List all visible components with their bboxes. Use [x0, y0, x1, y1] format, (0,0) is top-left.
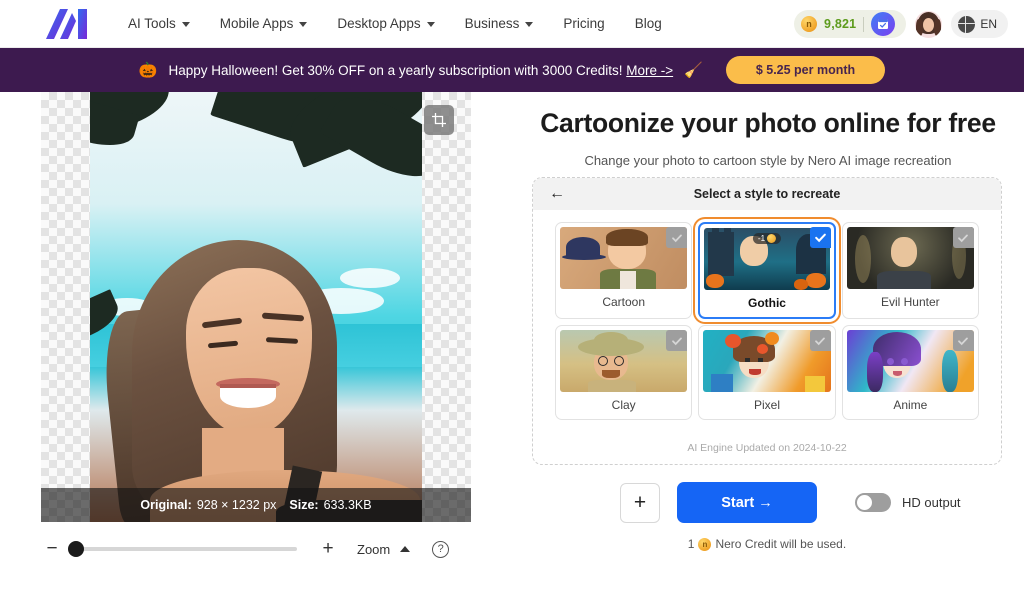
chevron-up-icon[interactable] — [400, 546, 411, 552]
language-switcher[interactable]: EN — [951, 10, 1008, 38]
page-root: AI Tools Mobile Apps Desktop Apps Busine… — [0, 0, 1024, 600]
image-preview-panel: Original: 928 × 1232 px Size: 633.3KB — [41, 92, 471, 522]
divider — [863, 16, 865, 32]
checkin-calendar-icon[interactable] — [871, 12, 896, 36]
chevron-down-icon — [426, 22, 435, 27]
nav-label: Desktop Apps — [337, 16, 421, 31]
nav-label: Pricing — [563, 16, 605, 31]
credit-count: 1 — [687, 537, 695, 551]
main-nav: AI Tools Mobile Apps Desktop Apps Busine… — [128, 16, 662, 31]
credits-value: 9,821 — [824, 17, 857, 31]
size-label: Size: — [289, 498, 319, 512]
original-label: Original: — [140, 498, 192, 512]
banner-message: Happy Halloween! Get 30% OFF on a yearly… — [168, 62, 627, 78]
style-selector-panel: ← Select a style to recreate Cartoon -1 … — [532, 177, 1002, 465]
globe-icon — [958, 15, 976, 33]
original-dimensions: 928 × 1232 px — [196, 498, 277, 512]
check-icon — [809, 227, 831, 248]
page-title: Cartoonize your photo online for free — [540, 108, 996, 138]
zoom-in-button[interactable]: + — [315, 538, 341, 560]
nav-item-mobile-apps[interactable]: Mobile Apps — [220, 16, 308, 31]
credit-usage-note: 1 n Nero Credit will be used. — [532, 537, 1002, 551]
check-icon — [666, 227, 688, 248]
style-card-pixel[interactable]: Pixel — [698, 325, 836, 420]
zoom-slider[interactable] — [68, 541, 297, 557]
avatar[interactable] — [915, 10, 943, 38]
style-card-clay[interactable]: Clay — [555, 325, 693, 420]
style-label: Anime — [893, 398, 928, 412]
style-label: Pixel — [753, 398, 780, 412]
crop-icon — [432, 113, 446, 127]
action-bar: + Start → HD output — [532, 482, 1002, 523]
check-icon — [952, 227, 974, 248]
coin-icon — [767, 234, 777, 243]
style-card-anime[interactable]: Anime — [841, 325, 979, 420]
nav-label: Mobile Apps — [219, 16, 294, 31]
credit-cost-badge: -1 — [752, 233, 782, 244]
banner-more-link[interactable]: More -> — [626, 63, 673, 78]
coin-icon: n — [698, 537, 712, 551]
crop-icon-button[interactable] — [424, 105, 454, 135]
nav-label: Business — [464, 16, 520, 31]
nav-item-business[interactable]: Business — [465, 16, 534, 31]
style-card-gothic[interactable]: -1 Gothic — [698, 222, 836, 319]
style-label: Clay — [611, 398, 636, 412]
right-panel: Cartoonize your photo online for free Ch… — [512, 92, 1024, 600]
pumpkin-icon: 🎃 — [138, 62, 158, 79]
chevron-down-icon — [299, 22, 308, 27]
nav-item-ai-tools[interactable]: AI Tools — [128, 16, 190, 31]
toggle-knob — [857, 495, 872, 510]
check-icon — [952, 330, 974, 351]
style-label: Gothic — [747, 296, 786, 310]
style-label: Evil Hunter — [880, 295, 940, 309]
credit-cost-value: -1 — [757, 234, 766, 243]
image-info-bar: Original: 928 × 1232 px Size: 633.3KB — [41, 488, 471, 522]
credits-pill[interactable]: n 9,821 — [794, 10, 907, 38]
language-label: EN — [980, 17, 997, 31]
size-value: 633.3KB — [323, 498, 372, 512]
zoom-toolbar: − + Zoom ? — [41, 534, 481, 564]
help-icon[interactable]: ? — [432, 540, 450, 558]
zoom-out-button[interactable]: − — [41, 538, 63, 560]
style-card-cartoon[interactable]: Cartoon — [555, 222, 693, 319]
toggle-track[interactable] — [855, 493, 891, 512]
logo-icon[interactable] — [44, 8, 90, 39]
zoom-label: Zoom — [357, 541, 391, 557]
header-actions: n 9,821 EN — [794, 0, 1008, 48]
style-panel-title: Select a style to recreate — [693, 187, 841, 201]
nav-item-blog[interactable]: Blog — [635, 16, 662, 31]
banner-text: Happy Halloween! Get 30% OFF on a yearly… — [169, 63, 674, 78]
coin-icon: n — [801, 16, 818, 32]
nav-label: AI Tools — [128, 16, 176, 31]
style-card-evil-hunter[interactable]: Evil Hunter — [841, 222, 979, 319]
style-panel-header: ← Select a style to recreate — [533, 178, 1001, 210]
check-icon — [809, 330, 831, 351]
credit-note-text: Nero Credit will be used. — [715, 537, 847, 551]
chevron-down-icon — [525, 22, 534, 27]
subscribe-price-button[interactable]: $ 5.25 per month — [725, 56, 886, 84]
check-icon — [666, 330, 688, 351]
engine-update-note: AI Engine Updated on 2024-10-22 — [687, 442, 847, 454]
source-photo[interactable] — [90, 92, 422, 522]
nav-label: Blog — [634, 16, 662, 31]
hd-output-label: HD output — [902, 495, 961, 510]
back-arrow-icon[interactable]: ← — [549, 186, 565, 202]
add-image-button[interactable]: + — [620, 482, 660, 523]
style-label: Cartoon — [602, 295, 646, 309]
page-subtitle: Change your photo to cartoon style by Ne… — [584, 153, 952, 168]
hd-output-toggle[interactable]: HD output — [855, 493, 961, 512]
nav-item-pricing[interactable]: Pricing — [563, 16, 604, 31]
broom-icon: 🧹 — [684, 62, 703, 79]
chevron-down-icon — [181, 22, 190, 27]
site-header: AI Tools Mobile Apps Desktop Apps Busine… — [0, 0, 1024, 48]
promo-banner: 🎃 Happy Halloween! Get 30% OFF on a year… — [0, 48, 1024, 92]
nav-item-desktop-apps[interactable]: Desktop Apps — [337, 16, 435, 31]
style-grid: Cartoon -1 Gothic Evil Hunter Clay Pixel… — [533, 210, 1001, 420]
zoom-slider-handle[interactable] — [68, 541, 84, 557]
start-button[interactable]: Start → — [677, 482, 817, 523]
